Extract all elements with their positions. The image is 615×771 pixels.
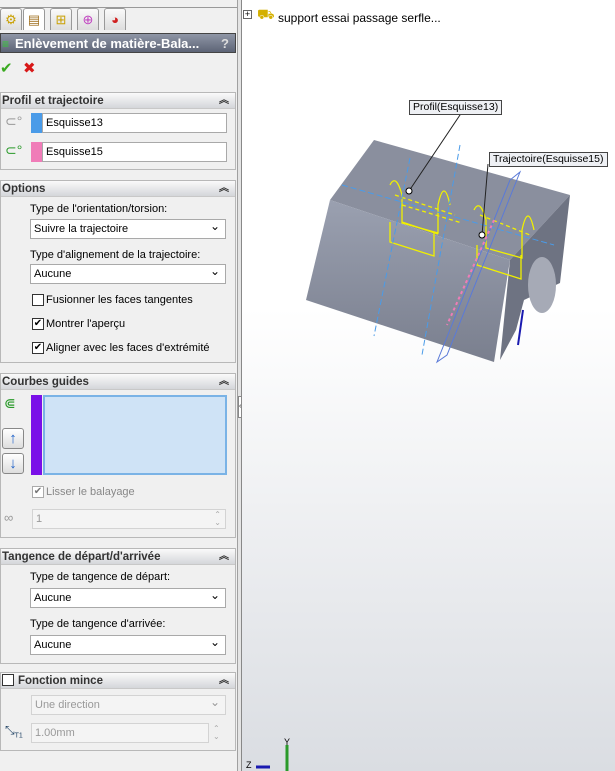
align-end-faces-checkbox[interactable]: ✔ [32, 342, 44, 354]
guide-curves-section: Courbes guides ︽ ⋐ ↑ ↓ ✔ Lisser le balaya… [0, 373, 236, 538]
thickness-icon-label: T1 [14, 732, 23, 740]
profile-path-section: Profil et trajectoire ︽ ⊂° Esquisse13 ⊂° … [0, 92, 236, 170]
model-bore [528, 257, 556, 313]
section-title: Courbes guides [2, 376, 89, 388]
collapse-icon[interactable]: ︽ [219, 673, 229, 689]
end-tangency-select[interactable]: Aucune [30, 633, 226, 655]
alignment-select[interactable]: Aucune [30, 262, 226, 284]
property-manager-icon: ▤ [27, 11, 41, 27]
start-tangency-select[interactable]: Aucune [30, 586, 226, 608]
guide-count-value: 1 [36, 513, 43, 525]
collapse-icon[interactable]: ︽ [219, 549, 229, 565]
end-tangency-label: Type de tangence d'arrivée: [30, 618, 166, 630]
axis-y-label: Y [284, 737, 291, 747]
thickness-spinner[interactable]: 1.00mm [31, 723, 209, 743]
property-manager-tab[interactable]: ▤ [23, 8, 45, 30]
model-view [256, 111, 570, 771]
move-up-button[interactable]: ↑ [2, 428, 24, 449]
display-manager-icon: ◕ [111, 12, 119, 27]
orientation-select[interactable]: Suivre la trajectoire [30, 217, 226, 239]
cancel-button[interactable]: ✖ [23, 59, 36, 77]
guide-curve-icon: ⋐ [4, 395, 16, 411]
move-down-button[interactable]: ↓ [2, 453, 24, 474]
thin-feature-section: Fonction mince ︽ Une direction ⤡T1 1.00mm… [0, 672, 236, 751]
section-title: Options [2, 183, 46, 195]
feature-manager-tab[interactable]: ⚙ [0, 8, 22, 30]
axis-z-label: Z [246, 760, 252, 770]
dimxpert-tab[interactable]: ⊕ [77, 8, 99, 30]
path-color-swatch [31, 142, 42, 162]
profile-field[interactable]: Esquisse13 [42, 113, 227, 133]
configuration-manager-tab[interactable]: ⊞ [50, 8, 72, 30]
dimxpert-icon: ⊕ [82, 11, 94, 27]
merge-faces-label: Fusionner les faces tangentes [46, 294, 193, 306]
collapse-icon[interactable]: ︽ [219, 93, 229, 109]
thin-direction-select[interactable]: Une direction [31, 693, 226, 715]
start-tangency-label: Type de tangence de départ: [30, 571, 171, 583]
section-header[interactable]: Fonction mince ︽ [1, 673, 235, 689]
profile-callout[interactable]: Profil(Esquisse13) [409, 100, 503, 115]
guide-color-swatch [31, 395, 42, 475]
alignment-label: Type d'alignement de la trajectoire: [30, 249, 201, 261]
spin-arrows-icon[interactable]: ⌃ ⌄ [214, 511, 221, 527]
spin-arrows-icon[interactable]: ⌃ ⌄ [213, 725, 220, 741]
collapse-icon[interactable]: ︽ [219, 374, 229, 390]
merge-faces-checkbox[interactable] [32, 294, 44, 306]
guide-count-spinner[interactable]: 1 ⌃ ⌄ [32, 509, 226, 529]
path-callout[interactable]: Trajectoire(Esquisse15) [489, 152, 608, 167]
path-field[interactable]: Esquisse15 [42, 142, 227, 162]
guide-curves-list[interactable] [43, 395, 227, 475]
section-title: Profil et trajectoire [2, 95, 104, 107]
smooth-sweep-checkbox[interactable]: ✔ [32, 486, 44, 498]
thickness-value: 1.00mm [35, 727, 75, 739]
collapse-icon[interactable]: ︽ [219, 181, 229, 197]
thin-feature-checkbox[interactable] [2, 674, 14, 686]
profile-handle[interactable] [405, 187, 413, 195]
align-end-faces-label: Aligner avec les faces d'extrémité [46, 342, 210, 354]
orientation-label: Type de l'orientation/torsion: [30, 203, 168, 215]
profile-icon: ⊂° [5, 113, 23, 129]
profile-color-swatch [31, 113, 42, 133]
feature-title-bar: ≡ Enlèvement de matière-Bala... ? [0, 33, 236, 53]
smooth-sweep-label: Lisser le balayage [46, 486, 135, 498]
property-manager-panel: ⚙ ▤ ⊞ ⊕ ◕ ≡ Enlèvement de matière-Bala..… [0, 0, 238, 771]
glasses-icon: ∞ [4, 510, 14, 525]
show-preview-label: Montrer l'aperçu [46, 318, 126, 330]
feature-manager-icon: ⚙ [5, 11, 17, 27]
path-icon: ⊂° [5, 142, 23, 158]
section-title: Fonction mince [18, 675, 103, 687]
configuration-manager-icon: ⊞ [55, 11, 67, 27]
section-title: Tangence de départ/d'arrivée [2, 551, 161, 563]
options-section: Options ︽ Type de l'orientation/torsion: … [0, 180, 236, 363]
path-handle[interactable] [478, 231, 486, 239]
sweep-cut-icon: ≡ [2, 37, 10, 51]
thickness-icon: ⤡T1 [5, 723, 23, 740]
section-header[interactable]: Tangence de départ/d'arrivée ︽ [1, 549, 235, 565]
show-preview-checkbox[interactable]: ✔ [32, 318, 44, 330]
display-manager-tab[interactable]: ◕ [104, 8, 126, 30]
tangency-section: Tangence de départ/d'arrivée ︽ Type de ta… [0, 548, 236, 664]
help-button[interactable]: ? [221, 34, 229, 54]
section-header[interactable]: Profil et trajectoire ︽ [1, 93, 235, 109]
ok-button[interactable]: ✔ [0, 59, 13, 77]
section-header[interactable]: Courbes guides ︽ [1, 374, 235, 390]
graphics-viewport[interactable]: + ⛟ support essai passage serfle... Prof… [242, 0, 615, 771]
section-header[interactable]: Options ︽ [1, 181, 235, 197]
feature-title: Enlèvement de matière-Bala... [15, 36, 200, 51]
